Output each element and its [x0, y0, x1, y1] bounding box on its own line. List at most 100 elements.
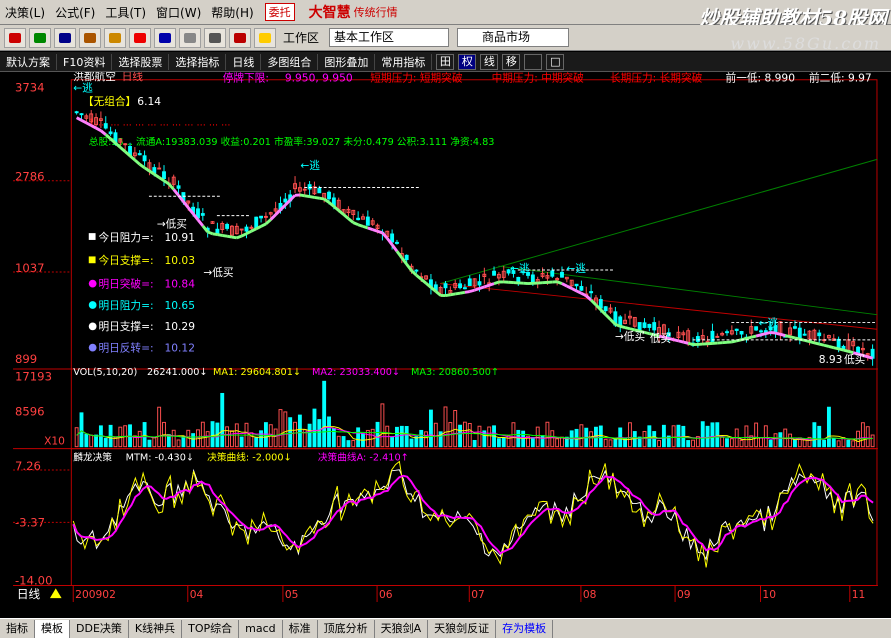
indicator-curve-a: 决策曲线A: -2.410↑ — [318, 450, 409, 463]
multi-chart-button[interactable]: 多图组合 — [261, 53, 319, 70]
quote-icon[interactable] — [4, 27, 26, 48]
volume-bar — [84, 433, 89, 448]
volume-axis-mid: 8596 — [15, 405, 45, 419]
workspace-label[interactable]: 工作区 — [279, 29, 323, 46]
market-select[interactable]: 商品市场 — [457, 28, 570, 47]
volume-ma3: MA3: 20860.500↑ — [411, 367, 499, 378]
indicator-curve: 决策曲线: -2.000↓ — [207, 450, 291, 463]
pen-icon[interactable] — [154, 27, 176, 48]
volume-bar — [846, 439, 851, 448]
volume-bar — [831, 438, 836, 448]
tab-top[interactable]: TOP综合 — [182, 619, 240, 638]
indicator-name: 麟龙决策 — [73, 450, 112, 463]
tab-save-template[interactable]: 存为模板 — [496, 619, 554, 638]
alert-icon[interactable] — [129, 27, 151, 48]
trade-button[interactable]: 委托 — [264, 3, 295, 21]
cursor-icon[interactable] — [254, 27, 276, 48]
volume-bar — [263, 422, 268, 448]
volume-bar — [661, 424, 666, 448]
level-label-0: 今日阻力=: — [98, 231, 153, 244]
volume-bar — [341, 436, 346, 448]
tab-dde[interactable]: DDE决策 — [70, 619, 129, 638]
menu-decision[interactable]: 决策(L) — [0, 4, 50, 21]
window-icon[interactable]: □ — [546, 53, 565, 70]
volume-bar — [598, 425, 603, 448]
select-indicator-button[interactable]: 选择指标 — [169, 53, 227, 70]
menu-tools[interactable]: 工具(T) — [100, 4, 151, 21]
volume-bar — [181, 435, 186, 448]
tab-macd[interactable]: macd — [239, 619, 283, 638]
tab-template[interactable]: 模板 — [35, 619, 70, 638]
volume-bar — [220, 392, 225, 448]
select-stock-button[interactable]: 选择股票 — [112, 53, 170, 70]
volume-bar — [710, 422, 715, 448]
rights-icon[interactable]: 权 — [458, 53, 477, 70]
volume-bar — [700, 421, 705, 448]
tab-sirius-a[interactable]: 天狼剑A — [375, 619, 429, 638]
volume-bar — [419, 429, 424, 448]
overlay-button[interactable]: 图形叠加 — [318, 53, 376, 70]
candle — [754, 326, 759, 331]
workspace-select[interactable]: 基本工作区 — [329, 28, 450, 47]
signal-escape-4: ←逃 — [566, 262, 586, 275]
menu-window[interactable]: 窗口(W) — [151, 4, 206, 21]
move-icon[interactable]: 移 — [502, 53, 521, 70]
tab-standard[interactable]: 标准 — [283, 619, 318, 638]
volume-bar — [768, 439, 773, 448]
level-value-2: 10.84 — [164, 277, 195, 290]
volume-bar — [472, 439, 477, 448]
tab-sirius-proof[interactable]: 天狼剑反证 — [428, 619, 497, 638]
menu-help[interactable]: 帮助(H) — [206, 4, 258, 21]
grid-icon[interactable]: 田 — [436, 53, 455, 70]
volume-bar — [390, 437, 395, 448]
volume-bar — [254, 437, 259, 448]
signal-escape-2: ←逃 — [300, 159, 320, 172]
volume-bar — [686, 440, 691, 448]
date-label: 10 — [762, 588, 776, 601]
date-label: 05 — [285, 588, 299, 601]
menu-formula[interactable]: 公式(F) — [50, 4, 100, 21]
stock-chart[interactable]: 洪都航空 日线 停牌下限: 9.950, 9.950 短期压力: 短期突破 中期… — [0, 72, 891, 602]
signal-low-buy-4: 低买 — [650, 332, 671, 345]
volume-bar — [356, 427, 361, 448]
volume-bar — [613, 438, 618, 448]
binoculars-icon[interactable] — [54, 27, 76, 48]
limit-down-label: 停牌下限: — [223, 72, 269, 85]
date-label: 06 — [379, 588, 393, 601]
chart-toolbar: 默认方案 F10资料 选择股票 选择指标 日线 多图组合 图形叠加 常用指标 田… — [0, 52, 891, 72]
line-icon[interactable]: 线 — [480, 53, 499, 70]
volume-bar — [297, 414, 302, 448]
chart-icon[interactable] — [29, 27, 51, 48]
common-indicator-button[interactable]: 常用指标 — [375, 53, 433, 70]
watermark-url: www.58Gu.com — [730, 34, 881, 53]
volume-bar — [312, 408, 317, 448]
tab-top-bottom[interactable]: 顶底分析 — [318, 619, 375, 638]
level-label-2: 明日突破=: — [98, 277, 153, 290]
volume-bar — [239, 436, 244, 448]
table-icon[interactable] — [204, 27, 226, 48]
bars-icon[interactable] — [229, 27, 251, 48]
volume-bar — [812, 422, 817, 448]
date-period-label: 日线 — [17, 587, 41, 601]
tab-indicator[interactable]: 指标 — [0, 619, 35, 638]
blank-icon[interactable] — [524, 53, 543, 70]
notes-icon[interactable] — [179, 27, 201, 48]
level-value-1: 10.03 — [164, 254, 195, 267]
date-label: 09 — [677, 588, 691, 601]
volume-bar — [317, 419, 322, 448]
short-pressure: 短期压力: 短期突破 — [370, 72, 463, 85]
daily-button[interactable]: 日线 — [226, 53, 262, 70]
price-axis-2: 2786 — [15, 170, 45, 184]
volume-ma2: MA2: 23033.400↓ — [312, 367, 400, 378]
stock-period: 日线 — [122, 72, 144, 83]
tab-kline[interactable]: K线神兵 — [129, 619, 183, 638]
scheme-button[interactable]: 默认方案 — [0, 53, 57, 70]
fundamental-info: 总股:35... 流通A:19383.039 收益:0.201 市盈率:39.0… — [89, 135, 495, 148]
volume-bar — [375, 421, 380, 448]
volume-bar — [715, 422, 720, 448]
last-price-label: 8.93 — [819, 353, 843, 366]
news-icon[interactable] — [79, 27, 101, 48]
f10-button[interactable]: F10资料 — [57, 53, 113, 70]
price-axis-top: 3734 — [15, 80, 45, 94]
diamond-icon[interactable] — [104, 27, 126, 48]
